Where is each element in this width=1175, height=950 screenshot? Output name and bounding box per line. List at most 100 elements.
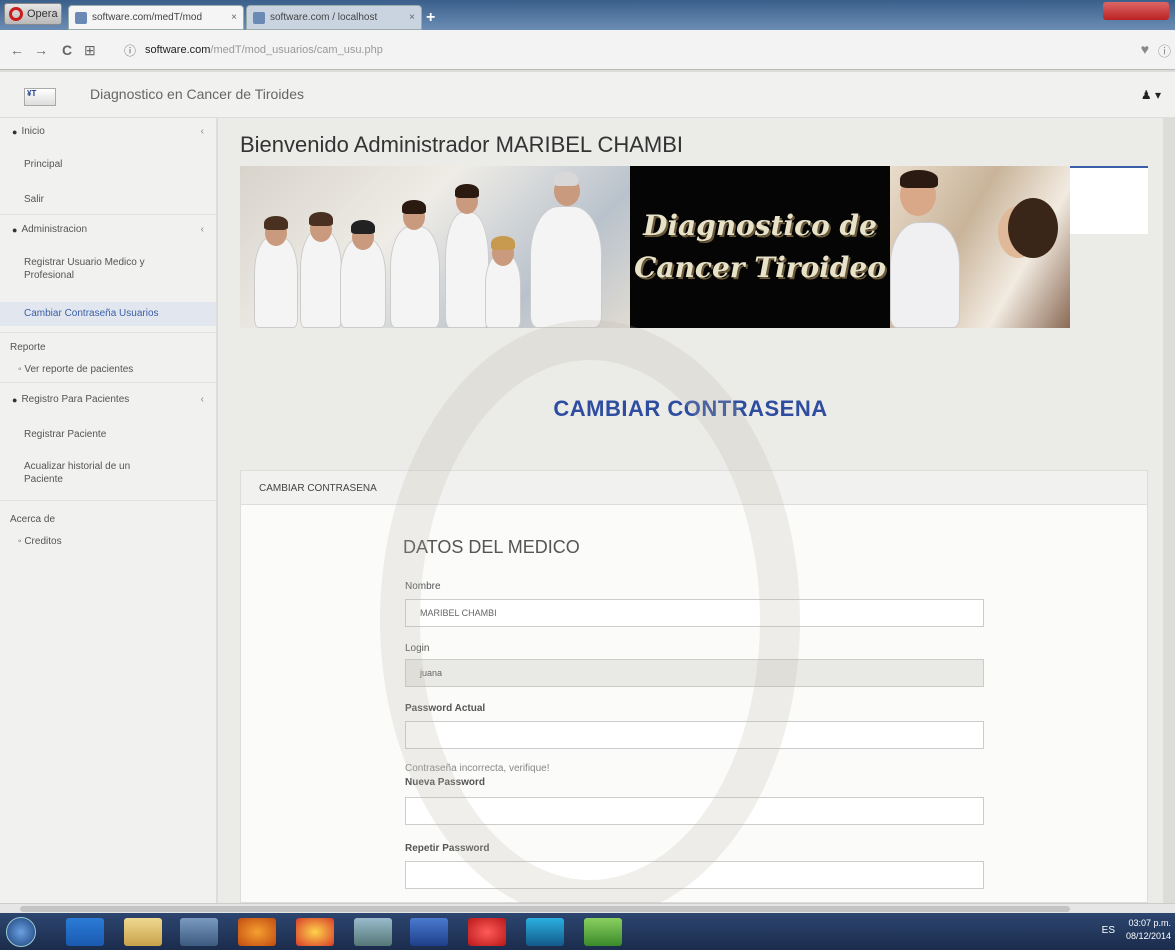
login-label: Login — [405, 643, 430, 654]
url-input[interactable]: software.com/medT/mod_usuarios/cam_usu.p… — [145, 39, 1120, 61]
reload-icon[interactable]: C — [62, 42, 72, 58]
sidebar-item-registrar-usuario[interactable]: Registrar Usuario Medico y Profesional — [0, 256, 190, 282]
password-actual-input[interactable] — [405, 721, 984, 749]
password-error-message: Contraseña incorrecta, verifique! — [405, 763, 550, 774]
browser-tab-active[interactable]: software.com/medT/mod × — [68, 5, 244, 30]
address-bar: ← → C ⊞ ⓘ software.com/medT/mod_usuarios… — [0, 30, 1175, 70]
page-heading: CAMBIAR CONTRASENA — [553, 396, 828, 421]
word-icon[interactable] — [410, 918, 448, 946]
chrome-icon[interactable] — [296, 918, 334, 946]
new-tab-button[interactable]: + — [426, 9, 448, 27]
banner-title-line1: Diagnostico de — [643, 209, 877, 242]
window-controls[interactable] — [1103, 2, 1169, 20]
user-menu-icon[interactable]: ♟ ▾ — [1141, 88, 1161, 102]
divider — [0, 382, 216, 383]
sidebar-section-reporte[interactable]: Reporte — [0, 342, 216, 353]
app-icon[interactable] — [354, 918, 392, 946]
windows-taskbar: ES 03:07 p.m. 08/12/2014 — [0, 913, 1175, 950]
page-info-icon[interactable]: ⓘ — [1158, 41, 1171, 60]
page-favicon-icon — [253, 11, 265, 24]
panel-title: CAMBIAR CONTRASENA — [241, 471, 1147, 505]
banner-title: Diagnostico de Cancer Tiroideo — [630, 166, 890, 328]
sidebar-section-label: Inicio — [21, 126, 45, 137]
chevron-down-icon: ‹ — [200, 224, 204, 235]
main-content: Bienvenido Administrador MARIBEL CHAMBI … — [218, 118, 1163, 903]
app-logo[interactable]: ¥T — [24, 88, 56, 106]
divider — [0, 214, 216, 215]
nombre-field[interactable]: MARIBEL CHAMBI — [405, 599, 984, 627]
doctors-group-photo — [240, 166, 630, 328]
language-indicator[interactable]: ES — [1102, 925, 1115, 936]
doctor-patient-photo — [890, 166, 1070, 328]
nueva-password-label: Nueva Password — [405, 777, 486, 788]
app-icon[interactable] — [584, 918, 622, 946]
browser-tab[interactable]: software.com / localhost × — [246, 5, 422, 30]
forward-icon[interactable]: → — [34, 42, 48, 58]
app-title[interactable]: Diagnostico en Cancer de Tiroides — [90, 86, 304, 102]
chevron-left-icon: ‹ — [200, 126, 204, 137]
sidebar-section-administracion[interactable]: ● Administracion ‹ — [0, 224, 216, 235]
header-banner: Diagnostico de Cancer Tiroideo — [240, 166, 1070, 328]
opera-menu-label: Opera — [27, 8, 58, 20]
dashboard-icon: ● — [12, 394, 18, 405]
sidebar-item-cambiar-contrasena[interactable]: Cambiar Contraseña Usuarios — [0, 302, 216, 326]
login-field[interactable]: juana — [405, 659, 984, 687]
photoshop-icon[interactable] — [526, 918, 564, 946]
browser-tab-bar: Opera software.com/medT/mod × software.c… — [0, 0, 1175, 30]
sidebar-item-label: Ver reporte de pacientes — [24, 364, 134, 375]
banner-title-line2: Cancer Tiroideo — [634, 251, 886, 284]
speed-dial-icon[interactable]: ⊞ — [84, 42, 96, 59]
opera-menu-button[interactable]: Opera — [4, 3, 62, 25]
url-path: /medT/mod_usuarios/cam_usu.php — [210, 44, 383, 56]
file-explorer-icon[interactable] — [124, 918, 162, 946]
scrollbar-thumb[interactable] — [20, 906, 1070, 912]
opera-icon[interactable] — [468, 918, 506, 946]
sidebar-section-registro-pacientes[interactable]: ● Registro Para Pacientes ‹ — [0, 394, 216, 405]
opera-logo-icon — [9, 7, 23, 21]
system-clock[interactable]: 03:07 p.m. 08/12/2014 — [1126, 917, 1171, 943]
app-header: ¥T Diagnostico en Cancer de Tiroides ♟ ▾ — [0, 72, 1175, 118]
tab-close-icon[interactable]: × — [409, 12, 415, 23]
page-favicon-icon — [75, 11, 87, 24]
nueva-password-input[interactable] — [405, 797, 984, 825]
dashboard-icon: ● — [12, 224, 18, 235]
tab-close-icon[interactable]: × — [231, 12, 237, 23]
change-password-panel: CAMBIAR CONTRASENA DATOS DEL MEDICO Nomb… — [240, 470, 1148, 903]
sidebar-item-ver-reporte[interactable]: ◦ Ver reporte de pacientes — [0, 364, 216, 375]
dashboard-icon: ● — [12, 126, 18, 137]
sidebar-item-creditos[interactable]: ◦ Creditos — [0, 536, 216, 547]
tab-title: software.com/medT/mod — [92, 12, 203, 23]
sidebar-item-actualizar-historial[interactable]: Acualizar historial de un Paciente — [0, 460, 160, 486]
sidebar-section-label: Registro Para Pacientes — [21, 394, 130, 405]
sidebar-item-salir[interactable]: Salir — [0, 193, 216, 206]
banner-side-panel — [1070, 166, 1148, 234]
bookmark-heart-icon[interactable]: ♥ — [1141, 41, 1149, 57]
repetir-password-input[interactable] — [405, 861, 984, 889]
sidebar-section-acerca[interactable]: Acerca de — [0, 514, 216, 525]
sidebar: ● Inicio ‹ Principal Salir ● Administrac… — [0, 118, 217, 903]
divider — [0, 332, 216, 333]
sidebar-item-principal[interactable]: Principal — [0, 158, 216, 171]
clock-date: 08/12/2014 — [1125, 931, 1171, 941]
url-domain: software.com — [145, 44, 211, 56]
tab-title: software.com / localhost — [270, 12, 378, 23]
sidebar-item-registrar-paciente[interactable]: Registrar Paciente — [0, 428, 216, 441]
clock-time: 03:07 p.m. — [1128, 918, 1171, 928]
sidebar-item-label: Creditos — [24, 536, 62, 547]
sidebar-section-label: Administracion — [21, 224, 88, 235]
chevron-left-icon: ‹ — [200, 394, 204, 405]
internet-explorer-icon[interactable] — [66, 918, 104, 946]
horizontal-scrollbar[interactable] — [0, 903, 1175, 913]
media-player-icon[interactable] — [180, 918, 218, 946]
welcome-title: Bienvenido Administrador MARIBEL CHAMBI — [240, 132, 684, 157]
divider — [0, 500, 216, 501]
sidebar-section-inicio[interactable]: ● Inicio ‹ — [0, 126, 216, 137]
section-title: DATOS DEL MEDICO — [403, 537, 580, 557]
repetir-password-label: Repetir Password — [405, 843, 490, 854]
password-actual-label: Password Actual — [405, 703, 486, 714]
start-button[interactable] — [6, 917, 36, 947]
site-info-icon[interactable]: ⓘ — [124, 42, 136, 59]
back-icon[interactable]: ← — [10, 42, 24, 58]
firefox-icon[interactable] — [238, 918, 276, 946]
nombre-label: Nombre — [405, 581, 441, 592]
